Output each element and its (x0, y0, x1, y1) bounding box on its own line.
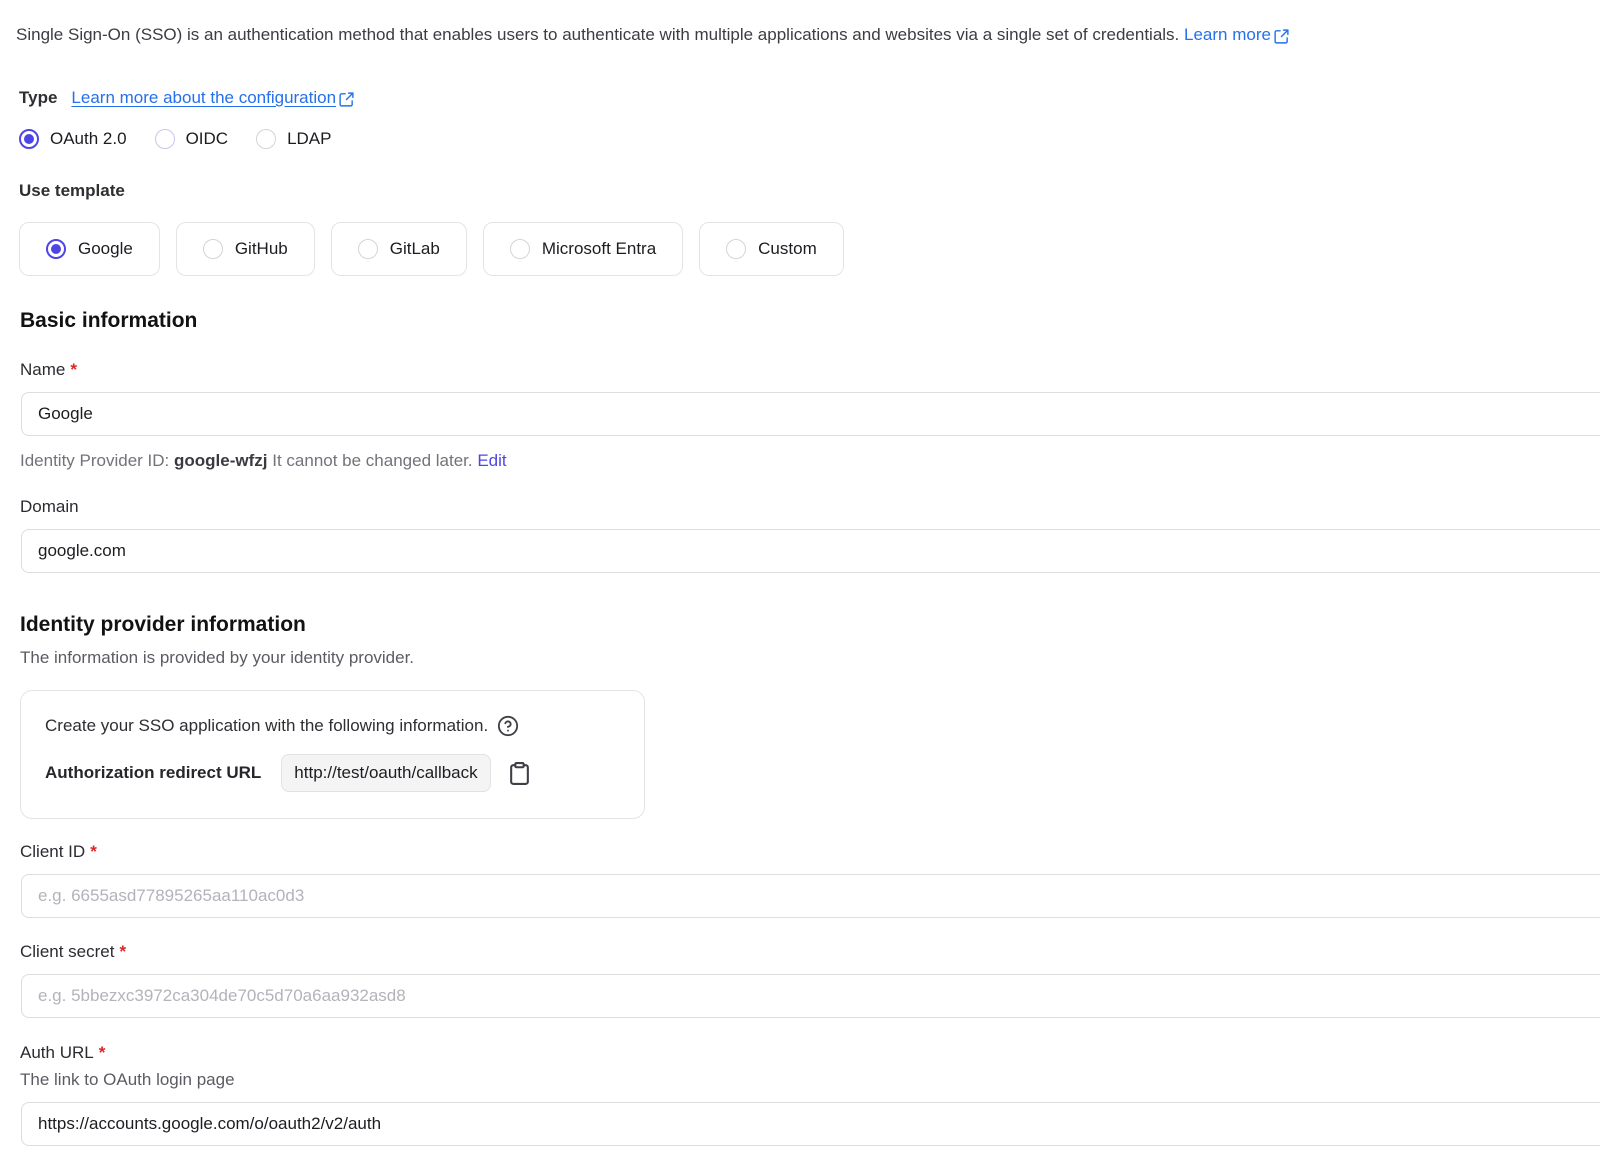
template-google-label: Google (78, 239, 133, 259)
learn-more-link[interactable]: Learn more (1184, 23, 1290, 47)
provider-id-suffix: It cannot be changed later. (272, 451, 472, 470)
configuration-doc-link[interactable]: Learn more about the configuration (71, 88, 355, 108)
template-google-radio (46, 239, 66, 259)
template-card-gitlab[interactable]: GitLab (331, 222, 467, 276)
learn-more-label: Learn more (1184, 23, 1271, 47)
template-card-group: Google GitHub GitLab Microsoft Entra Cus… (0, 222, 1600, 276)
template-gitlab-radio (358, 239, 378, 259)
required-asterisk: * (119, 942, 126, 962)
domain-input[interactable] (21, 529, 1600, 573)
radio-ldap-label: LDAP (287, 129, 331, 149)
type-section-header: Type Learn more about the configuration (0, 88, 1600, 108)
template-card-microsoft-entra[interactable]: Microsoft Entra (483, 222, 683, 276)
client-secret-label-text: Client secret (20, 942, 114, 962)
sso-description-text: Single Sign-On (SSO) is an authenticatio… (16, 25, 1179, 44)
client-secret-label: Client secret * (0, 942, 1600, 962)
auth-url-input[interactable] (21, 1102, 1600, 1146)
radio-oauth2-circle (19, 129, 39, 149)
template-gitlab-label: GitLab (390, 239, 440, 259)
provider-id-prefix: Identity Provider ID: (20, 451, 169, 470)
provider-id-line: Identity Provider ID: google-wfzj It can… (0, 451, 1600, 471)
required-asterisk: * (99, 1043, 106, 1063)
required-asterisk: * (70, 360, 77, 380)
radio-ldap-circle (256, 129, 276, 149)
external-link-icon (1273, 28, 1290, 45)
type-label: Type (19, 88, 57, 108)
client-id-label: Client ID * (0, 842, 1600, 862)
client-secret-input[interactable] (21, 974, 1600, 1018)
edit-provider-id-link[interactable]: Edit (477, 451, 506, 470)
radio-oauth2-label: OAuth 2.0 (50, 129, 127, 149)
provider-id-value: google-wfzj (174, 451, 267, 470)
name-input[interactable] (21, 392, 1600, 436)
template-entra-radio (510, 239, 530, 259)
name-label: Name * (0, 360, 1600, 380)
template-card-github[interactable]: GitHub (176, 222, 315, 276)
redirect-url-row: Authorization redirect URL http://test/o… (45, 754, 620, 792)
callout-text: Create your SSO application with the fol… (45, 716, 488, 736)
external-link-icon (338, 91, 355, 108)
configuration-doc-link-label: Learn more about the configuration (71, 88, 336, 108)
callout-text-row: Create your SSO application with the fol… (45, 715, 620, 737)
radio-oidc-label: OIDC (186, 129, 229, 149)
type-radio-group: OAuth 2.0 OIDC LDAP (0, 129, 1600, 149)
radio-oauth2[interactable]: OAuth 2.0 (19, 129, 127, 149)
template-github-radio (203, 239, 223, 259)
auth-url-label: Auth URL * (0, 1043, 1600, 1063)
template-entra-label: Microsoft Entra (542, 239, 656, 259)
radio-ldap[interactable]: LDAP (256, 129, 331, 149)
radio-oidc-circle (155, 129, 175, 149)
template-custom-label: Custom (758, 239, 817, 259)
client-id-input[interactable] (21, 874, 1600, 918)
domain-label-text: Domain (20, 497, 79, 517)
help-icon[interactable] (497, 715, 519, 737)
idp-information-heading: Identity provider information (0, 613, 1600, 637)
template-card-google[interactable]: Google (19, 222, 160, 276)
basic-information-heading: Basic information (0, 309, 1600, 333)
domain-label: Domain (0, 497, 1600, 517)
sso-callout-box: Create your SSO application with the fol… (20, 690, 645, 819)
sso-description: Single Sign-On (SSO) is an authenticatio… (0, 23, 1600, 47)
client-id-label-text: Client ID (20, 842, 85, 862)
redirect-url-label: Authorization redirect URL (45, 763, 261, 783)
radio-oidc[interactable]: OIDC (155, 129, 229, 149)
template-github-label: GitHub (235, 239, 288, 259)
template-custom-radio (726, 239, 746, 259)
required-asterisk: * (90, 842, 97, 862)
idp-information-subtitle: The information is provided by your iden… (0, 648, 1600, 668)
use-template-label: Use template (0, 181, 1600, 201)
name-label-text: Name (20, 360, 65, 380)
auth-url-label-text: Auth URL (20, 1043, 94, 1063)
copy-icon[interactable] (507, 761, 532, 786)
template-card-custom[interactable]: Custom (699, 222, 844, 276)
auth-url-help: The link to OAuth login page (0, 1070, 1600, 1090)
redirect-url-value: http://test/oauth/callback (281, 754, 490, 792)
